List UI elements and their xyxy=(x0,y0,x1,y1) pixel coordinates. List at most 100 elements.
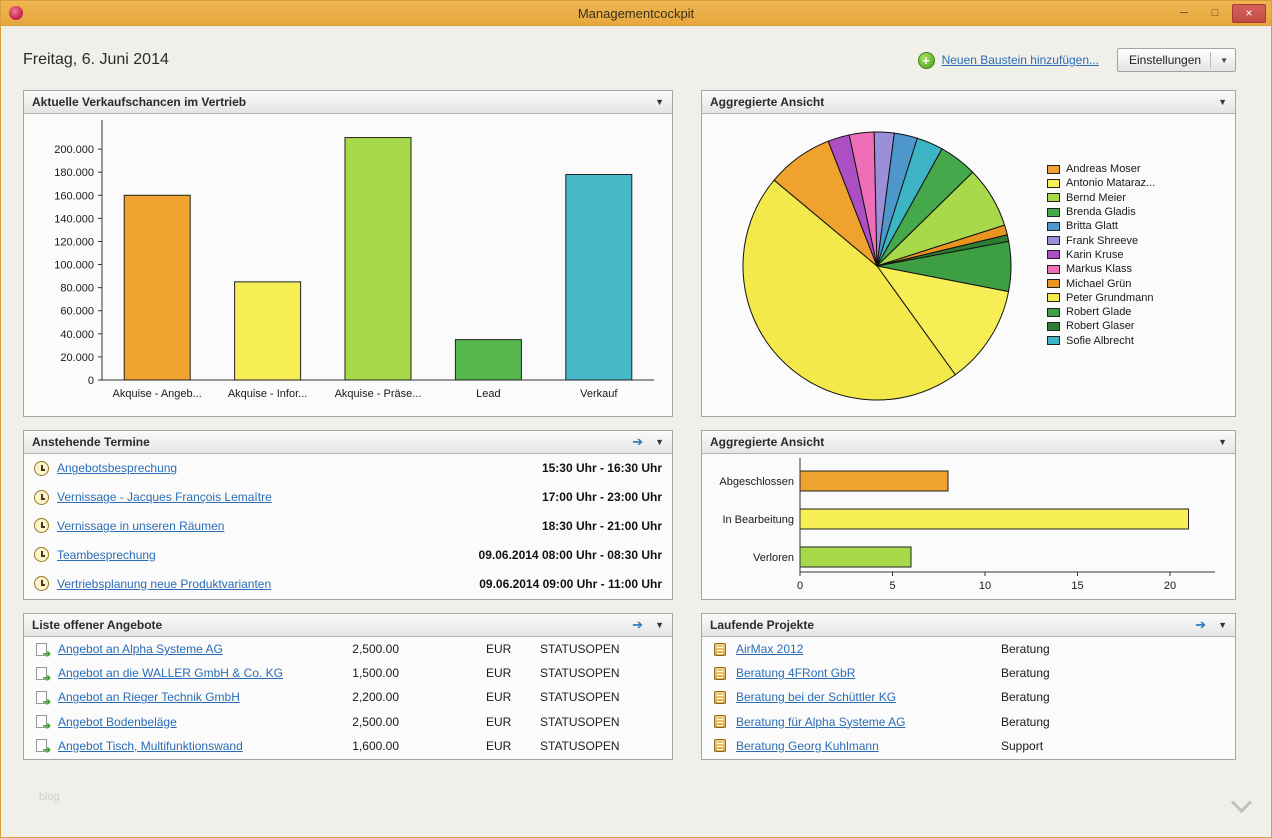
add-baustein-link[interactable]: + Neuen Baustein hinzufügen... xyxy=(917,51,1100,69)
offer-status: STATUSOPEN xyxy=(540,690,620,705)
add-baustein-label: Neuen Baustein hinzufügen... xyxy=(941,53,1100,67)
panel-aggregated-status: Aggregierte Ansicht ▼ Abgeschlossen In Be… xyxy=(701,430,1236,600)
svg-text:40.000: 40.000 xyxy=(60,329,94,341)
legend-swatch xyxy=(1047,293,1060,303)
minimize-button[interactable]: ─ xyxy=(1170,4,1198,23)
scroll-down-icon[interactable] xyxy=(1233,795,1249,811)
offer-currency: EUR xyxy=(486,690,512,705)
panel-header-status: Aggregierte Ansicht ▼ xyxy=(702,431,1235,454)
legend-label: Antonio Mataraz... xyxy=(1066,177,1156,190)
sales-chart-body: 0 20.000 40.000 60.000 80.000 100.000 120.000 1… xyxy=(24,114,672,416)
open-panel-arrow-icon[interactable]: ➔ xyxy=(632,617,643,633)
panel-title: Aggregierte Ansicht xyxy=(710,95,825,109)
legend-item: Peter Grundmann xyxy=(1047,291,1155,305)
notebook-icon xyxy=(714,690,726,704)
project-type: Beratung xyxy=(1001,690,1050,705)
appointment-link[interactable]: Vertriebsplanung neue Produktvarianten xyxy=(57,577,271,591)
clock-icon xyxy=(34,489,49,505)
legend-item: Bernd Meier xyxy=(1047,191,1155,205)
svg-text:20.000: 20.000 xyxy=(60,352,94,364)
panel-title: Aktuelle Verkaufschancen im Vertrieb xyxy=(32,95,247,109)
project-type: Beratung xyxy=(1001,642,1050,657)
legend-item: Karin Kruse xyxy=(1047,248,1155,262)
panel-title: Anstehende Termine xyxy=(32,435,150,449)
chevron-down-icon[interactable]: ▼ xyxy=(1220,56,1228,65)
button-separator xyxy=(1210,52,1212,68)
dropdown-caret-icon[interactable]: ▼ xyxy=(1218,437,1227,447)
svg-text:10: 10 xyxy=(979,580,991,592)
legend-swatch xyxy=(1047,164,1060,174)
open-panel-arrow-icon[interactable]: ➔ xyxy=(1195,617,1206,633)
dropdown-caret-icon[interactable]: ▼ xyxy=(1218,97,1227,107)
maximize-button[interactable]: □ xyxy=(1201,4,1229,23)
document-arrow-icon xyxy=(36,690,51,708)
dropdown-caret-icon[interactable]: ▼ xyxy=(655,620,664,630)
appointment-link[interactable]: Teambesprechung xyxy=(57,548,156,562)
titlebar: Managementcockpit ─ □ × xyxy=(1,1,1271,26)
project-link[interactable]: Beratung 4FRont GbR xyxy=(736,666,855,680)
svg-text:In Bearbeitung: In Bearbeitung xyxy=(722,514,794,526)
offer-status: STATUSOPEN xyxy=(540,642,620,657)
legend-item: Brenda Gladis xyxy=(1047,205,1155,219)
offer-row: Angebot an Rieger Technik GmbH 2,200.00 … xyxy=(24,685,672,709)
svg-text:120.000: 120.000 xyxy=(54,236,94,248)
legend-item: Michael Grün xyxy=(1047,276,1155,290)
offer-row: Angebot Tisch, Multifunktionswand 1,600.… xyxy=(24,734,672,758)
offer-link[interactable]: Angebot an die WALLER GmbH & Co. KG xyxy=(58,666,283,680)
document-arrow-icon xyxy=(36,666,51,684)
legend-item: Robert Glade xyxy=(1047,305,1155,319)
open-panel-arrow-icon[interactable]: ➔ xyxy=(632,434,643,450)
appointment-link[interactable]: Angebotsbesprechung xyxy=(57,461,177,475)
svg-text:180.000: 180.000 xyxy=(54,167,94,179)
panel-header-appointments: Anstehende Termine ➔ ▼ xyxy=(24,431,672,454)
project-link[interactable]: Beratung Georg Kuhlmann xyxy=(736,739,879,753)
project-link[interactable]: Beratung für Alpha Systeme AG xyxy=(736,715,905,729)
offer-link[interactable]: Angebot an Rieger Technik GmbH xyxy=(58,690,240,704)
appointment-time: 09.06.2014 09:00 Uhr - 11:00 Uhr xyxy=(479,576,662,591)
svg-text:Verloren: Verloren xyxy=(753,552,794,564)
svg-text:Lead: Lead xyxy=(476,388,500,400)
svg-text:200.000: 200.000 xyxy=(54,144,94,156)
clock-icon xyxy=(34,547,49,563)
offer-link[interactable]: Angebot Bodenbeläge xyxy=(58,715,177,729)
offer-link[interactable]: Angebot an Alpha Systeme AG xyxy=(58,642,223,656)
legend-swatch xyxy=(1047,264,1060,274)
project-row: Beratung bei der Schüttler KG Beratung xyxy=(702,685,1235,709)
project-type: Support xyxy=(1001,738,1044,753)
panel-header-projects: Laufende Projekte ➔ ▼ xyxy=(702,614,1235,637)
svg-text:Abgeschlossen: Abgeschlossen xyxy=(719,476,794,488)
appointment-link[interactable]: Vernissage - Jacques François Lemaître xyxy=(57,490,272,504)
app-window: Managementcockpit ─ □ × Freitag, 6. Juni… xyxy=(0,0,1272,838)
dropdown-caret-icon[interactable]: ▼ xyxy=(655,97,664,107)
offer-status: STATUSOPEN xyxy=(540,714,620,729)
legend-item: Markus Klass xyxy=(1047,262,1155,276)
offer-link[interactable]: Angebot Tisch, Multifunktionswand xyxy=(58,739,243,753)
svg-text:20: 20 xyxy=(1164,580,1176,592)
offer-row: Angebot an Alpha Systeme AG 2,500.00 EUR… xyxy=(24,637,672,661)
appointment-row: Teambesprechung 09.06.2014 08:00 Uhr - 0… xyxy=(24,540,672,569)
legend-label: Robert Glaser xyxy=(1066,320,1135,333)
svg-text:160.000: 160.000 xyxy=(54,190,94,202)
project-link[interactable]: Beratung bei der Schüttler KG xyxy=(736,690,896,704)
app-icon xyxy=(9,6,23,20)
legend-item: Sofie Albrecht xyxy=(1047,334,1155,348)
dropdown-caret-icon[interactable]: ▼ xyxy=(1218,620,1227,630)
project-link[interactable]: AirMax 2012 xyxy=(736,642,803,656)
appointment-link[interactable]: Vernissage in unseren Räumen xyxy=(57,519,224,533)
dropdown-caret-icon[interactable]: ▼ xyxy=(655,437,664,447)
appointment-time: 17:00 Uhr - 23:00 Uhr xyxy=(541,490,662,505)
legend-item: Frank Shreeve xyxy=(1047,233,1155,247)
offer-row: Angebot Bodenbeläge 2,500.00 EUR STATUSO… xyxy=(24,710,672,734)
close-button[interactable]: × xyxy=(1232,3,1266,23)
status-bar-chart: Abgeschlossen In Bearbeitung Verloren 0 5 10 1… xyxy=(719,458,1215,592)
blog-label: blog xyxy=(39,791,60,803)
legend-swatch xyxy=(1047,250,1060,260)
settings-button[interactable]: Einstellungen ▼ xyxy=(1117,48,1236,72)
appointment-time: 18:30 Uhr - 21:00 Uhr xyxy=(541,518,662,533)
legend-swatch xyxy=(1047,207,1060,217)
offers-list: Angebot an Alpha Systeme AG 2,500.00 EUR… xyxy=(24,637,672,759)
panel-appointments: Anstehende Termine ➔ ▼ Angebotsbesprechu… xyxy=(23,430,673,600)
svg-text:Akquise - Infor...: Akquise - Infor... xyxy=(228,388,307,400)
svg-text:Verkauf: Verkauf xyxy=(580,388,618,400)
page-date: Freitag, 6. Juni 2014 xyxy=(23,51,169,68)
